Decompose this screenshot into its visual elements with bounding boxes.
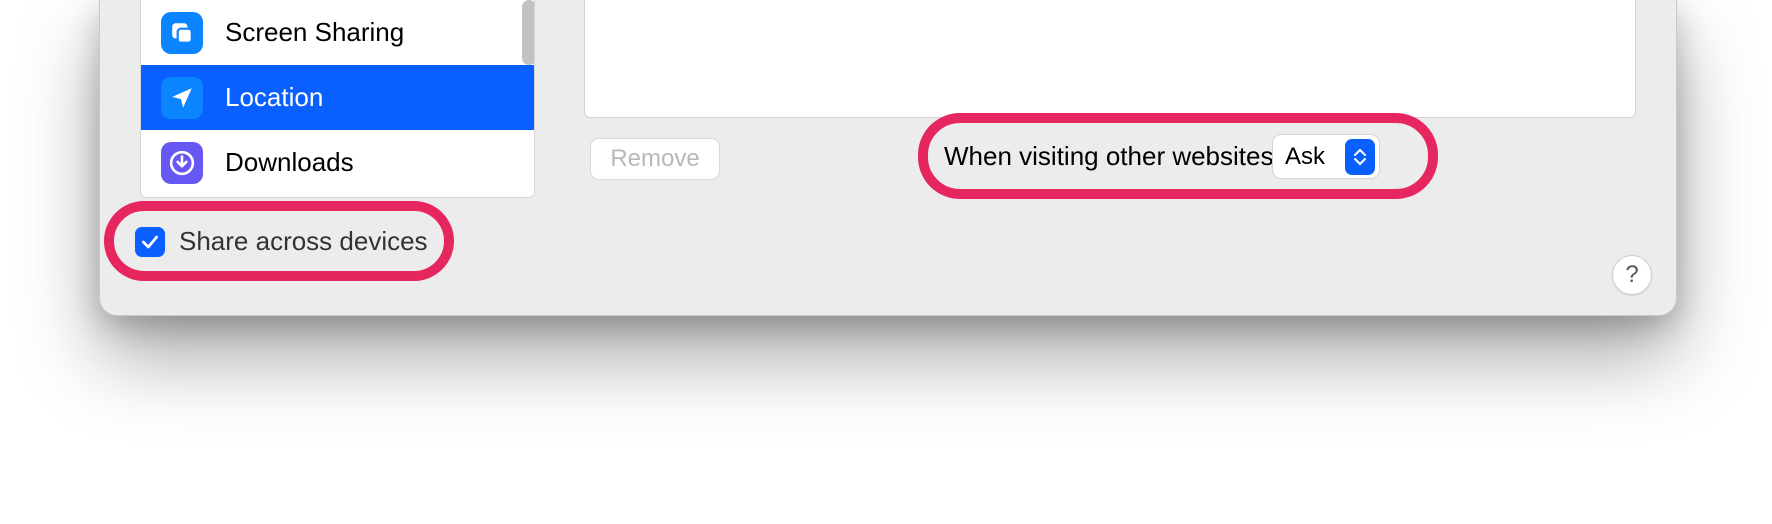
location-icon <box>161 77 203 119</box>
websites-sidebar[interactable]: Screen Sharing Location Downloads <box>140 0 535 198</box>
sidebar-item-label: Location <box>225 82 323 113</box>
chevron-up-down-icon <box>1345 139 1375 175</box>
share-across-devices-row[interactable]: Share across devices <box>135 226 428 257</box>
when-visiting-label: When visiting other websites: <box>944 141 1281 172</box>
websites-list-box <box>584 0 1636 118</box>
sidebar-item-screen-sharing[interactable]: Screen Sharing <box>141 0 534 65</box>
sidebar-item-location[interactable]: Location <box>141 65 534 130</box>
downloads-icon <box>161 142 203 184</box>
remove-button-label: Remove <box>610 145 699 173</box>
share-across-devices-checkbox[interactable] <box>135 227 165 257</box>
when-visiting-value: Ask <box>1273 143 1345 171</box>
help-icon: ? <box>1625 261 1638 289</box>
help-button[interactable]: ? <box>1612 255 1652 295</box>
remove-button: Remove <box>590 138 720 180</box>
screen-sharing-icon <box>161 12 203 54</box>
sidebar-item-label: Downloads <box>225 147 354 178</box>
share-across-devices-label: Share across devices <box>179 226 428 257</box>
when-visiting-popup[interactable]: Ask <box>1272 134 1380 179</box>
sidebar-item-label: Screen Sharing <box>225 17 404 48</box>
sidebar-item-downloads[interactable]: Downloads <box>141 130 534 195</box>
preferences-window: Screen Sharing Location Downloads Rem <box>99 0 1677 316</box>
sidebar-scrollbar[interactable] <box>522 0 535 65</box>
